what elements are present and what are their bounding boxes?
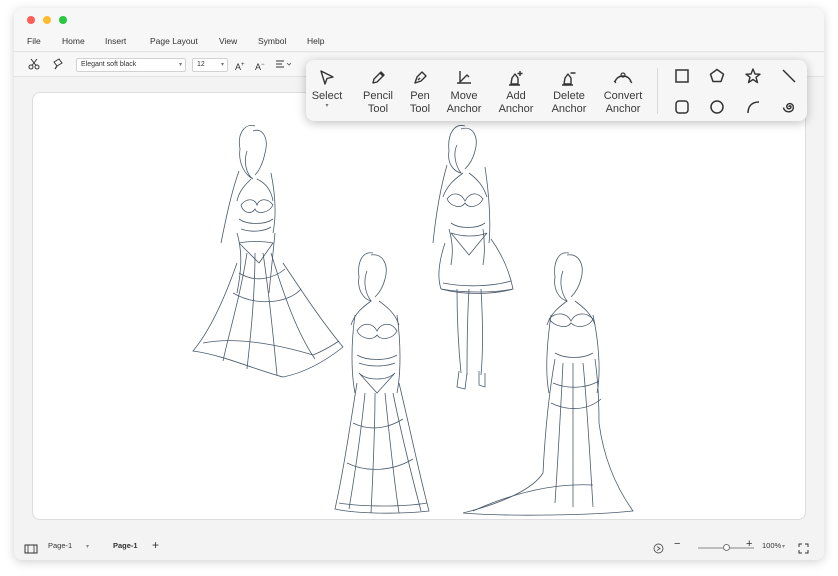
- minimize-window-button[interactable]: [43, 16, 51, 24]
- delete-anchor-icon: [562, 72, 576, 86]
- zoom-window-button[interactable]: [59, 16, 67, 24]
- add-page-icon[interactable]: +: [152, 538, 159, 552]
- chevron-down-icon[interactable]: ▾: [782, 543, 785, 550]
- pen-tool-label-1: Pen: [410, 90, 430, 102]
- star-icon[interactable]: [743, 66, 763, 86]
- zoom-out-icon[interactable]: −: [674, 538, 680, 550]
- menu-insert[interactable]: Insert: [105, 36, 126, 46]
- spiral-icon[interactable]: [779, 97, 799, 117]
- add-anchor-label-2: Anchor: [498, 103, 534, 115]
- chevron-down-icon: ▾: [220, 62, 224, 68]
- status-bar: Page-1 ▾ Page-1 + − + 100% ▾: [14, 535, 824, 560]
- fullscreen-icon[interactable]: [798, 541, 809, 559]
- pencil-tool-label-2: Tool: [367, 103, 389, 115]
- pen-tool-label-2: Tool: [409, 103, 431, 115]
- square-icon[interactable]: [672, 66, 692, 86]
- chevron-down-icon: ▾: [325, 103, 329, 109]
- cut-icon[interactable]: [28, 58, 40, 74]
- select-tool-label: Select: [311, 90, 343, 102]
- sketch-figure-1: [192, 125, 344, 378]
- menu-home[interactable]: Home: [62, 36, 85, 46]
- increase-font-icon[interactable]: A+: [235, 58, 245, 74]
- font-family-select[interactable]: Elegant soft black ▾: [76, 58, 186, 72]
- font-size-select[interactable]: 12 ▾: [192, 58, 228, 72]
- format-painter-icon[interactable]: [52, 58, 64, 74]
- line-icon[interactable]: [779, 66, 799, 86]
- menu-view[interactable]: View: [219, 36, 237, 46]
- pencil-tool-label-1: Pencil: [363, 90, 393, 102]
- menu-symbol[interactable]: Symbol: [258, 36, 286, 46]
- move-anchor-label-2: Anchor: [446, 103, 482, 115]
- fit-page-icon[interactable]: [653, 541, 664, 559]
- move-anchor-label-1: Move: [450, 90, 478, 102]
- page-view-icon[interactable]: [24, 541, 38, 559]
- sketch-figure-2: [432, 125, 514, 390]
- page-selector[interactable]: Page-1: [48, 541, 72, 550]
- pen-tool-button[interactable]: Pen Tool: [405, 68, 435, 116]
- align-icon[interactable]: [275, 58, 292, 74]
- menu-page-layout[interactable]: Page Layout: [150, 36, 198, 46]
- delete-anchor-label-1: Delete: [553, 90, 585, 102]
- pentagon-icon[interactable]: [707, 66, 727, 86]
- font-size-value: 12: [197, 61, 205, 68]
- sketch-figure-3: [334, 252, 430, 514]
- chevron-down-icon[interactable]: ▾: [86, 543, 89, 550]
- close-window-button[interactable]: [27, 16, 35, 24]
- move-anchor-icon: [457, 71, 471, 84]
- menu-bar: File Home Insert Page Layout View Symbol…: [14, 32, 824, 52]
- zoom-in-icon[interactable]: +: [746, 538, 752, 550]
- rounded-square-icon[interactable]: [672, 97, 692, 117]
- menu-file[interactable]: File: [27, 36, 41, 46]
- add-anchor-button[interactable]: Add Anchor: [496, 68, 536, 116]
- pencil-icon: [372, 71, 385, 84]
- tab-page-1[interactable]: Page-1: [113, 541, 138, 550]
- pointer-icon: [320, 70, 334, 85]
- popup-divider: [657, 68, 658, 114]
- decrease-font-icon[interactable]: A−: [255, 58, 265, 74]
- convert-anchor-button[interactable]: Convert Anchor: [601, 68, 645, 116]
- move-anchor-button[interactable]: Move Anchor: [444, 68, 484, 116]
- title-bar: [14, 8, 824, 32]
- zoom-slider-handle[interactable]: [722, 544, 730, 551]
- drawing-tools-popup: Select ▾ Pencil Tool Pen Tool Move Ancho…: [306, 60, 807, 121]
- drawing-canvas[interactable]: [32, 92, 806, 520]
- pen-icon: [414, 71, 427, 84]
- fashion-sketch-figures: [192, 125, 634, 516]
- select-tool-button[interactable]: Select ▾: [311, 68, 343, 109]
- convert-anchor-label-1: Convert: [603, 90, 643, 102]
- add-anchor-label-1: Add: [506, 90, 526, 102]
- delete-anchor-button[interactable]: Delete Anchor: [549, 68, 589, 116]
- zoom-level[interactable]: 100%: [762, 541, 781, 550]
- convert-anchor-icon: [613, 72, 633, 84]
- convert-anchor-label-2: Anchor: [605, 103, 641, 115]
- chevron-down-icon: ▾: [178, 62, 182, 68]
- font-family-value: Elegant soft black: [81, 61, 137, 68]
- delete-anchor-label-2: Anchor: [551, 103, 587, 115]
- pencil-tool-button[interactable]: Pencil Tool: [359, 68, 397, 116]
- arc-icon[interactable]: [743, 97, 763, 117]
- menu-help[interactable]: Help: [307, 36, 324, 46]
- add-anchor-icon: [509, 71, 523, 86]
- circle-icon[interactable]: [707, 97, 727, 117]
